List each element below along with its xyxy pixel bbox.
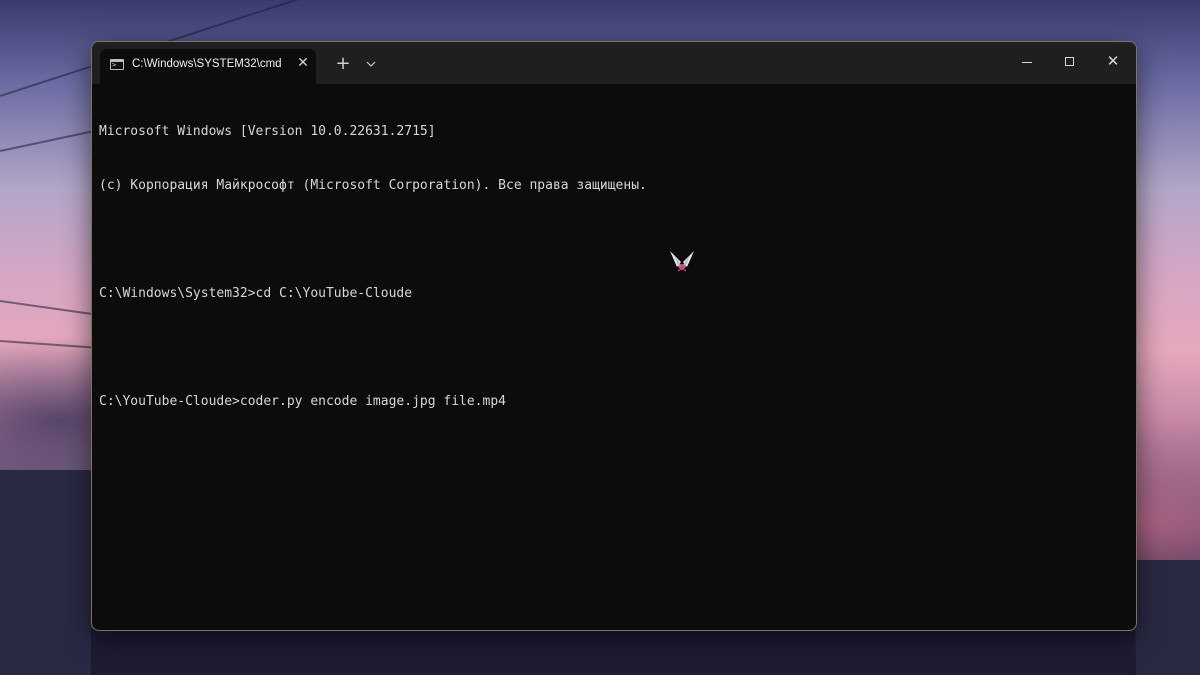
console-line: (c) Корпорация Майкрософт (Microsoft Cor…: [99, 178, 647, 193]
close-button[interactable]: ✕: [1093, 50, 1133, 74]
terminal-window: C:\Windows\SYSTEM32\cmd.exe ✕ + ✕ Micros…: [91, 41, 1137, 631]
close-window-icon: ✕: [1106, 52, 1120, 70]
terminal-icon: [110, 59, 124, 70]
tab-cmd[interactable]: C:\Windows\SYSTEM32\cmd.exe ✕: [100, 49, 316, 84]
minimize-icon: [1022, 62, 1032, 63]
profile-dropdown-button[interactable]: [360, 53, 382, 75]
loading-cursor-icon: [670, 251, 694, 272]
tab-title: C:\Windows\SYSTEM32\cmd.exe: [132, 58, 282, 70]
close-icon: ✕: [297, 55, 309, 71]
console-output[interactable]: Microsoft Windows [Version 10.0.22631.27…: [99, 87, 1129, 622]
plus-icon: +: [335, 53, 351, 74]
city-silhouette: [0, 470, 91, 675]
maximize-icon: [1065, 57, 1074, 66]
console-line: Microsoft Windows [Version 10.0.22631.27…: [99, 124, 436, 139]
power-line: [0, 340, 95, 349]
maximize-button[interactable]: [1050, 50, 1090, 74]
title-bar[interactable]: C:\Windows\SYSTEM32\cmd.exe ✕ + ✕: [92, 42, 1136, 84]
chevron-down-icon: [366, 61, 376, 67]
new-tab-button[interactable]: +: [332, 53, 354, 75]
tab-close-button[interactable]: ✕: [294, 54, 312, 72]
power-line: [0, 300, 95, 316]
console-line: C:\YouTube-Cloude>coder.py encode image.…: [99, 394, 506, 409]
console-line: C:\Windows\System32>cd C:\YouTube-Cloude: [99, 286, 413, 301]
minimize-button[interactable]: [1007, 50, 1047, 74]
city-silhouette: [1136, 560, 1200, 675]
railway-silhouette: [91, 629, 1135, 675]
